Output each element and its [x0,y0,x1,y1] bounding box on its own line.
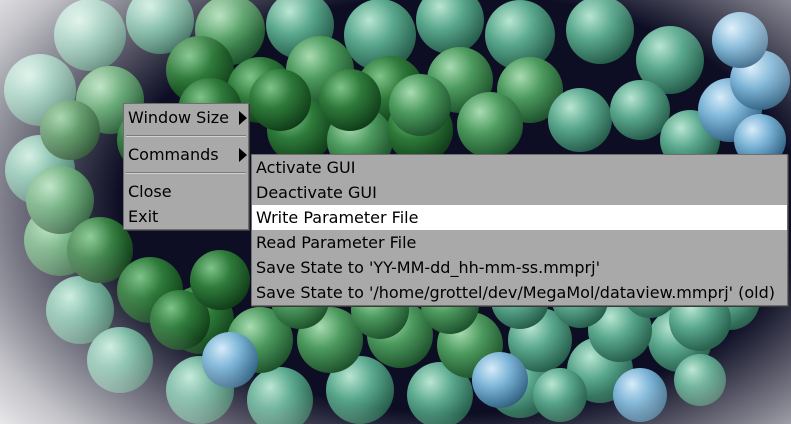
commands-submenu: Activate GUI Deactivate GUI Write Parame… [251,154,788,306]
atom-sphere [610,80,670,140]
context-menu: Window Size Commands Close Exit [123,103,249,230]
menu-item-deactivate-gui[interactable]: Deactivate GUI [252,180,787,205]
atom-sphere [87,327,153,393]
menu-item-label: Exit [128,207,159,226]
atom-sphere [389,74,451,136]
atom-sphere [674,354,726,406]
menu-item-close[interactable]: Close [124,179,248,204]
atom-sphere [457,92,523,158]
menu-item-write-parameter-file[interactable]: Write Parameter File [252,205,787,230]
submenu-arrow-icon [239,148,247,162]
atom-sphere [202,332,258,388]
menu-separator [126,135,246,137]
atom-sphere [533,368,587,422]
menu-item-label: Close [128,182,172,201]
menu-separator [126,172,246,174]
atom-sphere [319,69,381,131]
menu-item-commands[interactable]: Commands [124,142,248,167]
atom-sphere [190,250,250,310]
menu-item-save-state-timestamp[interactable]: Save State to 'YY-MM-dd_hh-mm-ss.mmprj' [252,255,787,280]
atom-sphere [548,88,612,152]
menu-item-exit[interactable]: Exit [124,204,248,229]
atom-sphere [712,12,768,68]
atom-sphere [472,352,528,408]
atom-sphere [54,0,126,71]
submenu-arrow-icon [239,111,247,125]
menu-item-label: Commands [128,145,219,164]
atom-sphere [249,69,311,131]
menu-item-activate-gui[interactable]: Activate GUI [252,155,787,180]
atom-sphere [40,100,100,160]
menu-item-label: Window Size [128,108,230,127]
menu-item-read-parameter-file[interactable]: Read Parameter File [252,230,787,255]
atom-sphere [613,368,667,422]
menu-item-save-state-old[interactable]: Save State to '/home/grottel/dev/MegaMol… [252,280,787,305]
menu-item-window-size[interactable]: Window Size [124,105,248,130]
